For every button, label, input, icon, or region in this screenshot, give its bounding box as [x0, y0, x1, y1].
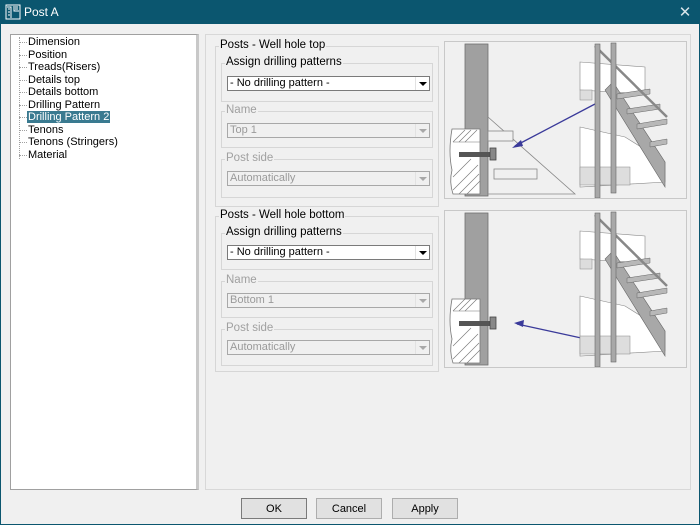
- tree-branch-line: [19, 92, 27, 93]
- chevron-down-icon: [418, 81, 427, 86]
- name-dropdown: Bottom 1: [227, 293, 430, 308]
- window-title: Post A: [24, 5, 59, 19]
- dropdown-arrow: [415, 341, 429, 354]
- post-side-dropdown: Automatically: [227, 340, 430, 355]
- apply-button[interactable]: Apply: [392, 498, 458, 519]
- name-dropdown: Top 1: [227, 123, 430, 138]
- group-title: Post side: [225, 322, 275, 334]
- assign-patterns-group: Assign drilling patterns - No drilling p…: [221, 56, 433, 102]
- stair-top-diagram: [449, 42, 668, 199]
- bottom-post-illustration: [444, 210, 687, 368]
- dropdown-value: Bottom 1: [230, 294, 275, 306]
- dropdown-value: Automatically: [230, 341, 296, 353]
- assign-pattern-dropdown[interactable]: - No drilling pattern -: [227, 76, 430, 91]
- name-group: Name Bottom 1: [221, 274, 433, 318]
- dropdown-value: - No drilling pattern -: [230, 77, 330, 89]
- tree-item-label: Position: [28, 48, 68, 61]
- post-side-dropdown: Automatically: [227, 171, 430, 186]
- tree-item-label: Drilling Pattern 2: [27, 111, 111, 123]
- dropdown-arrow[interactable]: [415, 77, 429, 90]
- close-icon: ✕: [678, 4, 692, 21]
- group-title: Assign drilling patterns: [225, 226, 343, 238]
- well-hole-top-group: Posts - Well hole top Assign drilling pa…: [215, 39, 439, 207]
- title-bar: Post A ✕: [0, 0, 700, 24]
- tree-branch-line: [19, 67, 27, 68]
- tree-branch-line: [19, 79, 27, 81]
- tree-item-label: Details top: [28, 73, 80, 86]
- assign-pattern-dropdown[interactable]: - No drilling pattern -: [227, 245, 430, 260]
- dropdown-arrow: [415, 124, 429, 137]
- assign-patterns-group: Assign drilling patterns - No drilling p…: [221, 226, 433, 270]
- dialog-body: Dimension Position Treads(Risers) Detail…: [1, 24, 699, 524]
- tree-item-label: Dimension: [28, 36, 80, 48]
- tree-branch-line: [19, 42, 27, 43]
- chevron-down-icon: [418, 345, 427, 350]
- tree-branch-line: [19, 142, 27, 143]
- tree-branch-line: [19, 154, 27, 156]
- settings-panel: Posts - Well hole top Assign drilling pa…: [205, 34, 691, 490]
- ok-button[interactable]: OK: [241, 498, 307, 519]
- close-button[interactable]: ✕: [670, 0, 700, 24]
- group-title: Post side: [225, 152, 275, 164]
- group-title: Posts - Well hole bottom: [219, 209, 346, 221]
- tree-item-label: Tenons: [28, 123, 64, 136]
- post-side-group: Post side Automatically: [221, 322, 433, 366]
- chevron-down-icon: [418, 176, 427, 181]
- dropdown-value: Automatically: [230, 172, 296, 184]
- top-post-illustration: [444, 41, 687, 199]
- dropdown-value: - No drilling pattern -: [230, 246, 330, 258]
- tree-item-label: Drilling Pattern: [28, 98, 101, 111]
- tree-item-label: Material: [28, 148, 68, 161]
- tree-branch-line: [19, 129, 27, 131]
- cancel-button[interactable]: Cancel: [316, 498, 382, 519]
- group-title: Name: [225, 104, 258, 116]
- tree-branch-line: [19, 54, 27, 56]
- post-side-group: Post side Automatically: [221, 152, 433, 198]
- dropdown-arrow: [415, 172, 429, 185]
- tree-item-label: Treads(Risers): [28, 61, 101, 73]
- chevron-down-icon: [418, 298, 427, 303]
- dropdown-arrow: [415, 294, 429, 307]
- group-title: Name: [225, 274, 258, 286]
- navigation-tree[interactable]: Dimension Position Treads(Risers) Detail…: [10, 34, 199, 490]
- well-hole-bottom-group: Posts - Well hole bottom Assign drilling…: [215, 209, 439, 372]
- tree-item-label: Details bottom: [28, 86, 99, 98]
- dropdown-arrow[interactable]: [415, 246, 429, 259]
- chevron-down-icon: [418, 250, 427, 255]
- name-group: Name Top 1: [221, 104, 433, 148]
- group-title: Posts - Well hole top: [219, 39, 327, 51]
- tree-item-label: Tenons (Stringers): [28, 136, 118, 148]
- group-title: Assign drilling patterns: [225, 56, 343, 68]
- chevron-down-icon: [418, 128, 427, 133]
- tree-branch-line: [19, 104, 27, 106]
- dropdown-value: Top 1: [230, 124, 257, 136]
- stair-bottom-diagram: [449, 211, 668, 368]
- tree-branch-line: [19, 117, 27, 118]
- stair-app-icon: [5, 4, 21, 20]
